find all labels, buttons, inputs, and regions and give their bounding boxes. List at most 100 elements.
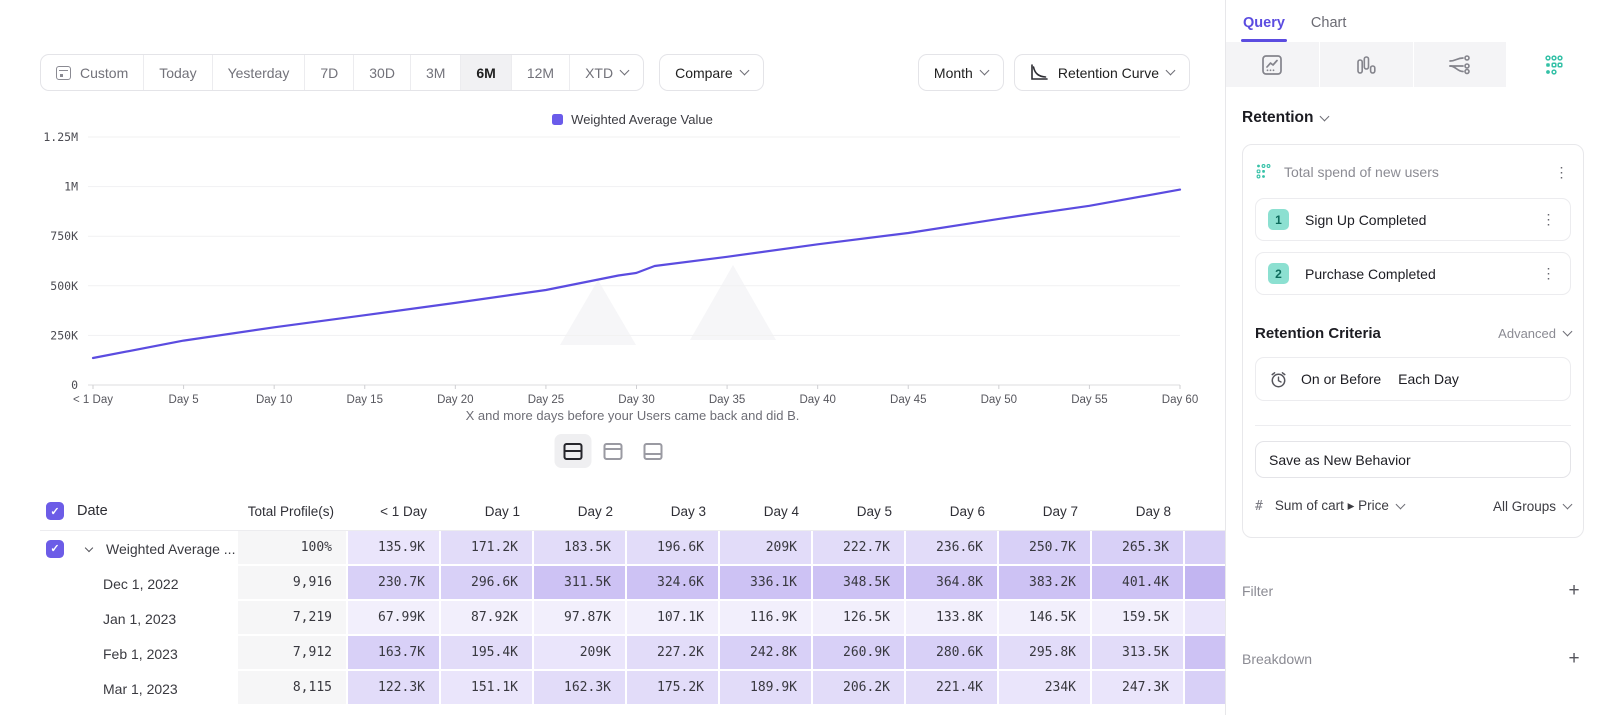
retention-value-cell[interactable]: 227.2K [627,636,720,671]
retention-value-cell[interactable]: 107.1K [627,601,720,636]
column-header[interactable]: Day 6 [906,504,999,519]
chart-type-button[interactable]: Retention Curve [1014,54,1190,91]
retention-value-cell[interactable]: 196.6K [627,531,720,566]
insights-line-chart-icon[interactable] [1226,42,1320,87]
date-range-30d[interactable]: 30D [354,55,411,90]
retention-value-cell[interactable]: 296.6K [441,566,534,601]
retention-curve-line[interactable] [93,190,1180,358]
retention-value-cell[interactable]: 250.7K [999,531,1092,566]
add-filter-button[interactable] [1564,580,1584,602]
retention-value-cell[interactable]: 222.7K [813,531,906,566]
retention-value-cell[interactable]: 364.8K [906,566,999,601]
retention-value-cell[interactable]: 280.6K [906,636,999,671]
date-column-header[interactable]: Date [77,503,108,519]
all-groups-dropdown[interactable]: All Groups [1493,499,1571,514]
total-profiles-cell[interactable]: 8,115 [238,671,348,706]
layout-split-view-button[interactable] [554,434,591,468]
date-range-today[interactable]: Today [144,55,212,90]
table-row[interactable]: Jan 1, 20237,21967.99K87.92K97.87K107.1K… [40,601,1225,636]
retention-value-cell[interactable]: 234K [999,671,1092,706]
chart-legend[interactable]: Weighted Average Value [85,112,1180,127]
date-range-custom[interactable]: Custom [41,55,144,90]
retention-value-cell[interactable]: 348.5K [813,566,906,601]
date-range-3m[interactable]: 3M [411,55,461,90]
criteria-operator-row[interactable]: On or Before Each Day [1255,357,1571,401]
behavior-kebab-menu-icon[interactable] [1553,164,1571,181]
flows-icon[interactable] [1414,42,1508,87]
retention-value-cell[interactable]: 236.6K [906,531,999,566]
column-header[interactable]: Day 3 [627,504,720,519]
step-kebab-menu-icon[interactable] [1540,211,1558,228]
advanced-dropdown[interactable]: Advanced [1498,326,1571,341]
retention-value-cell[interactable]: 163.7K [348,636,441,671]
column-header[interactable]: Day 5 [813,504,906,519]
behavior-step-2[interactable]: 2 Purchase Completed [1255,252,1571,295]
retention-value-cell[interactable]: 383.2K [999,566,1092,601]
retention-value-cell[interactable]: 151.1K [441,671,534,706]
retention-curve-chart[interactable]: 1.25M1M750K500K250K0< 1 DayDay 5Day 10Da… [0,126,1225,408]
column-header[interactable]: Day 2 [534,504,627,519]
retention-value-cell[interactable]: 209K [720,531,813,566]
layout-chart-view-button[interactable] [594,434,631,468]
retention-value-cell[interactable]: 87.92K [441,601,534,636]
row-expand-chevron-icon[interactable] [85,543,93,551]
add-breakdown-button[interactable] [1564,648,1584,670]
criteria-unit[interactable]: Each Day [1398,371,1459,387]
retention-grid-icon[interactable] [1507,42,1600,87]
retention-value-cell[interactable]: 260.9K [813,636,906,671]
retention-value-cell[interactable]: 313.5K [1092,636,1185,671]
date-range-yesterday[interactable]: Yesterday [213,55,306,90]
compare-button[interactable]: Compare [659,54,764,91]
bar-chart-icon[interactable] [1320,42,1414,87]
retention-value-cell[interactable]: 67.99K [348,601,441,636]
tab-chart[interactable]: Chart [1311,15,1346,42]
date-range-xtd[interactable]: XTD [570,55,643,90]
row-checkbox[interactable] [46,540,64,558]
criteria-operator[interactable]: On or Before [1301,371,1381,387]
column-header[interactable]: Total Profile(s) [238,504,348,519]
retention-value-cell[interactable]: 162.3K [534,671,627,706]
retention-value-cell[interactable]: 116.9K [720,601,813,636]
step-kebab-menu-icon[interactable] [1540,265,1558,282]
retention-value-cell[interactable]: 195.4K [441,636,534,671]
retention-value-cell[interactable]: 97.87K [534,601,627,636]
retention-value-cell[interactable]: 209K [534,636,627,671]
total-profiles-cell[interactable]: 100% [238,531,348,566]
select-all-checkbox[interactable] [46,502,64,520]
retention-value-cell[interactable]: 230.7K [348,566,441,601]
date-range-7d[interactable]: 7D [305,55,354,90]
table-row[interactable]: Dec 1, 20229,916230.7K296.6K311.5K324.6K… [40,566,1225,601]
retention-value-cell[interactable]: 295.8K [999,636,1092,671]
total-profiles-cell[interactable]: 7,912 [238,636,348,671]
retention-value-cell[interactable]: 336.1K [720,566,813,601]
measure-property-dropdown[interactable]: Sum of cart ▸ Price [1275,498,1404,514]
column-header[interactable]: Day 7 [999,504,1092,519]
table-row[interactable]: Feb 1, 20237,912163.7K195.4K209K227.2K24… [40,636,1225,671]
retention-value-cell[interactable]: 122.3K [348,671,441,706]
behavior-step-1[interactable]: 1 Sign Up Completed [1255,198,1571,241]
retention-value-cell[interactable]: 247.3K [1092,671,1185,706]
retention-value-cell[interactable]: 171.2K [441,531,534,566]
column-header[interactable]: Day 1 [441,504,534,519]
retention-value-cell[interactable]: 324.6K [627,566,720,601]
retention-value-cell[interactable]: 265.3K [1092,531,1185,566]
retention-value-cell[interactable]: 189.9K [720,671,813,706]
table-row[interactable]: Weighted Average ...100%135.9K171.2K183.… [40,531,1225,566]
retention-value-cell[interactable]: 175.2K [627,671,720,706]
total-profiles-cell[interactable]: 9,916 [238,566,348,601]
retention-value-cell[interactable]: 242.8K [720,636,813,671]
retention-value-cell[interactable]: 159.5K [1092,601,1185,636]
retention-value-cell[interactable]: 401.4K [1092,566,1185,601]
date-range-6m[interactable]: 6M [461,55,511,90]
retention-value-cell[interactable]: 135.9K [348,531,441,566]
retention-value-cell[interactable]: 221.4K [906,671,999,706]
column-header[interactable]: Day 4 [720,504,813,519]
granularity-button[interactable]: Month [918,54,1004,91]
retention-section-dropdown[interactable]: Retention [1242,109,1584,127]
table-row[interactable]: Mar 1, 20238,115122.3K151.1K162.3K175.2K… [40,671,1225,706]
retention-value-cell[interactable]: 146.5K [999,601,1092,636]
retention-value-cell[interactable]: 133.8K [906,601,999,636]
retention-value-cell[interactable]: 206.2K [813,671,906,706]
layout-table-view-button[interactable] [634,434,671,468]
retention-value-cell[interactable]: 183.5K [534,531,627,566]
